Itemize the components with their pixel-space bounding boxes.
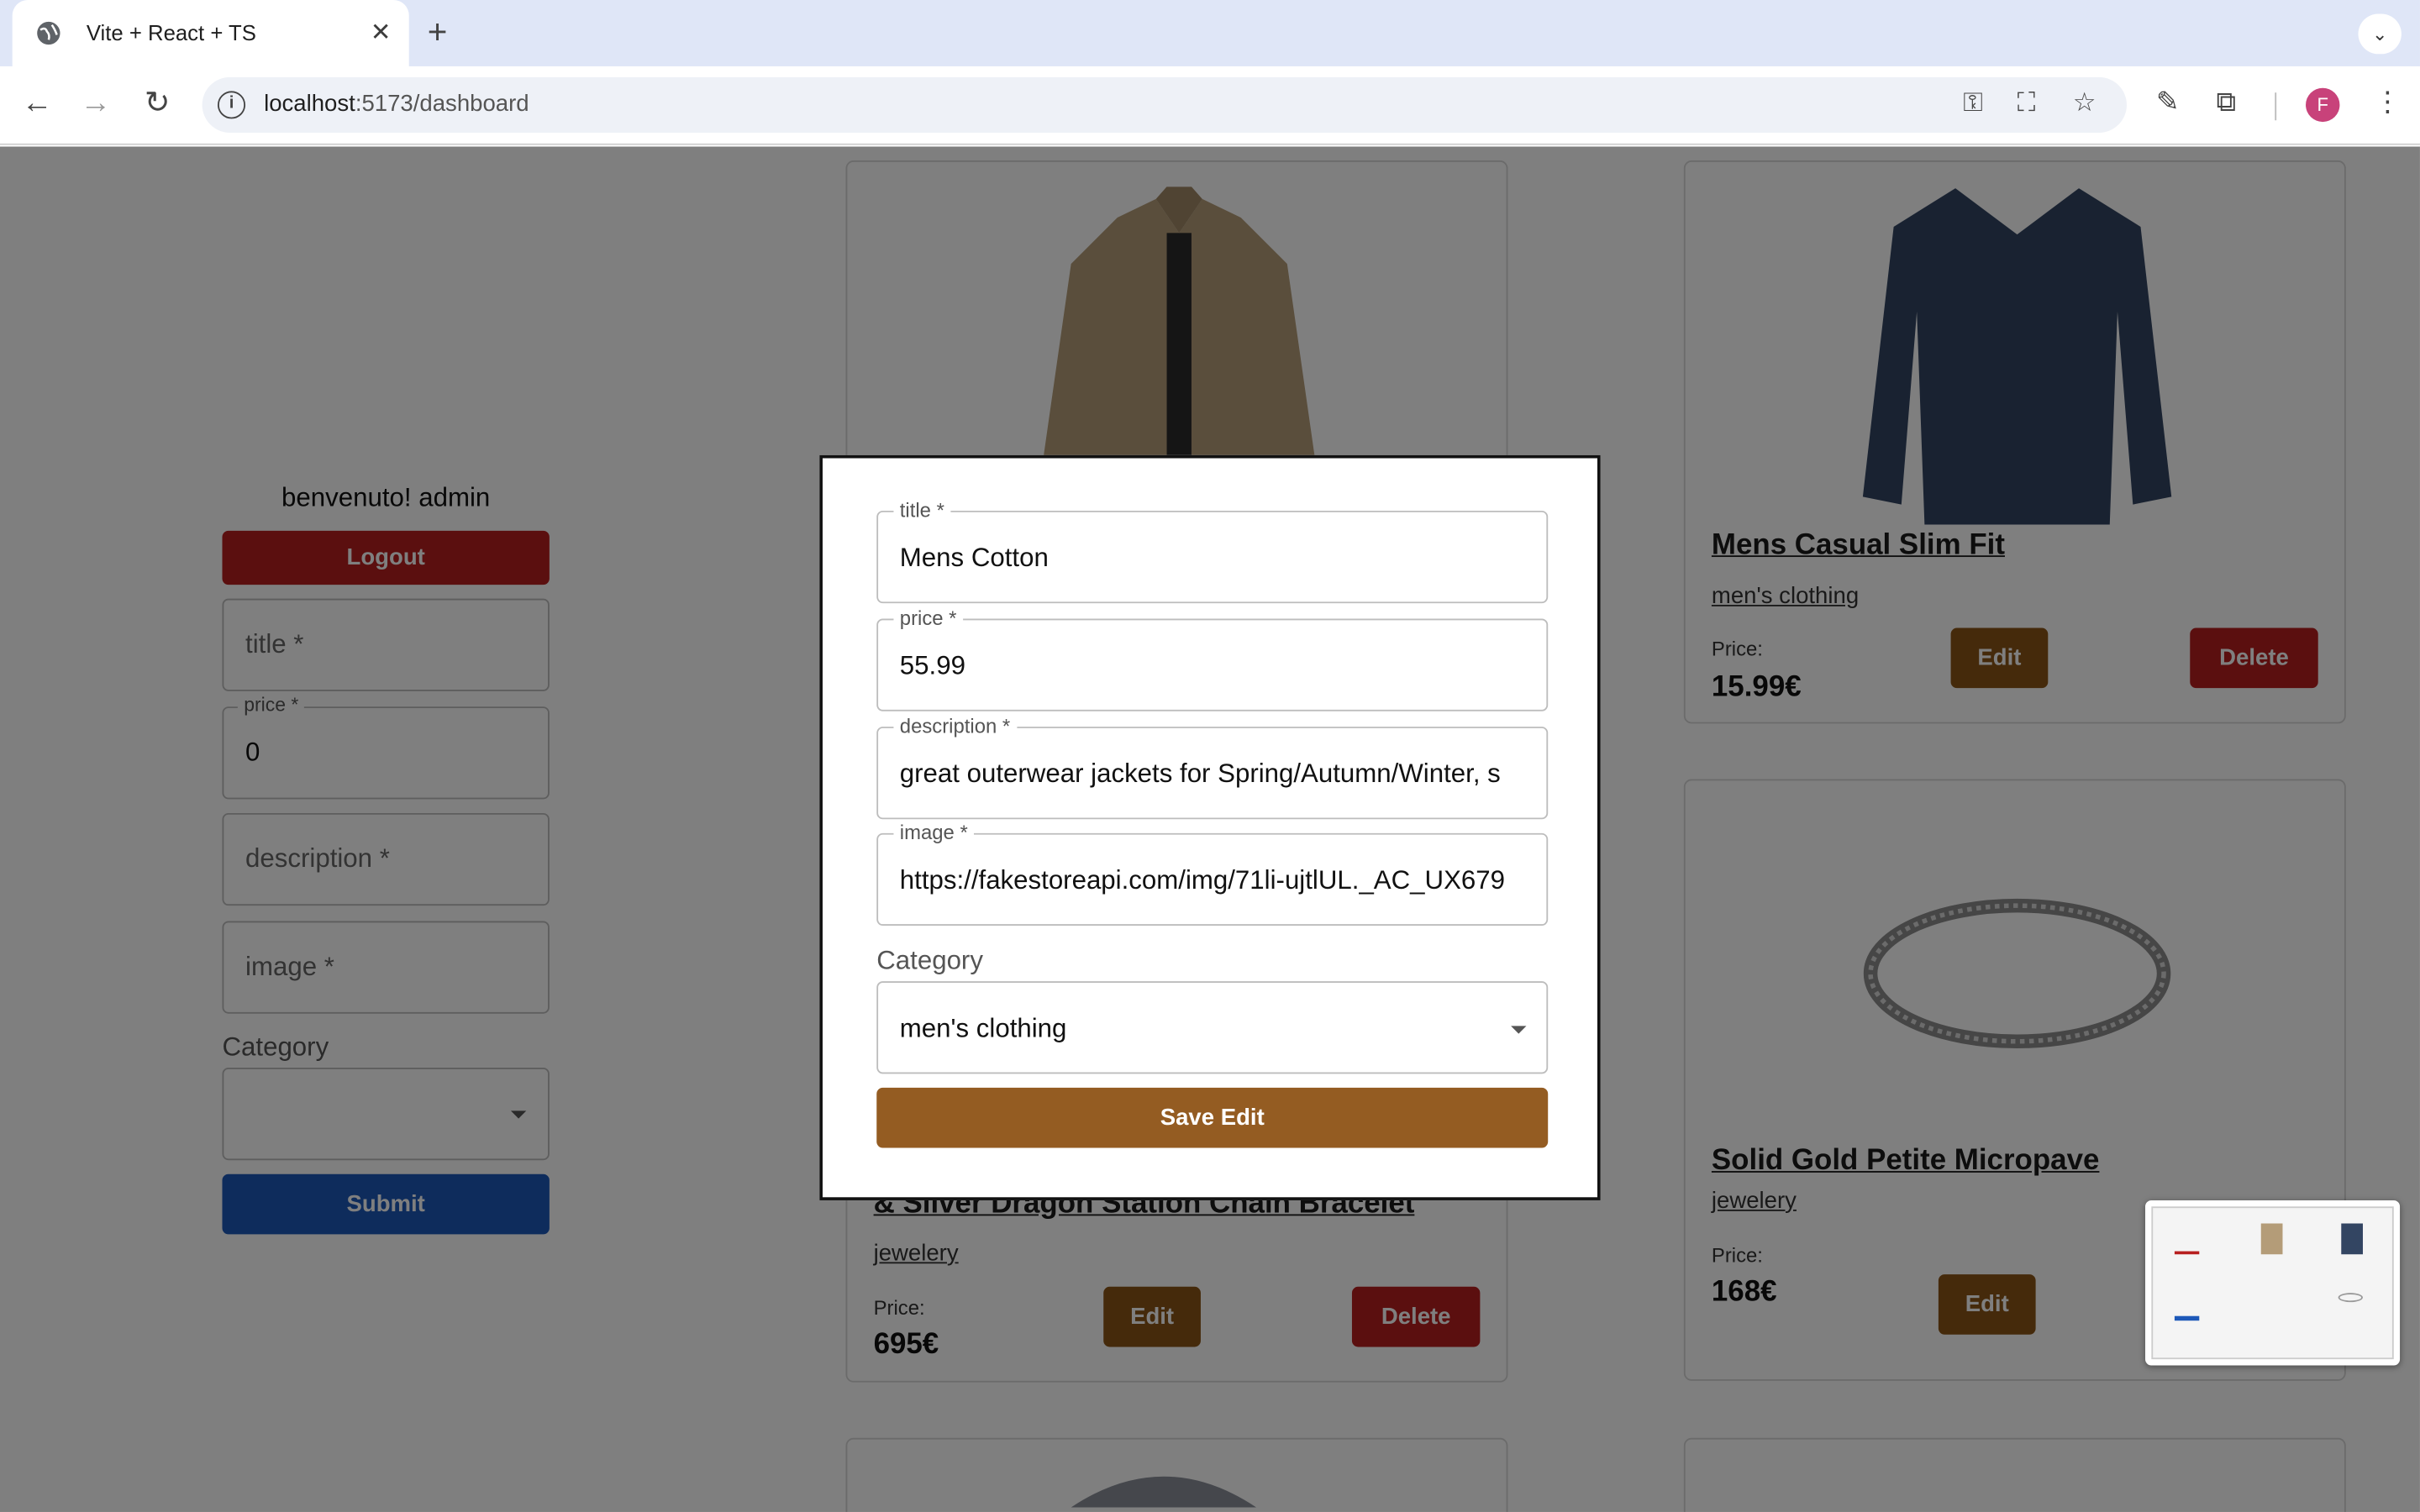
modal-price-label: price * <box>893 606 963 630</box>
thumb-shirt <box>2341 1223 2363 1255</box>
tab-preview-thumbnail[interactable] <box>2145 1200 2401 1366</box>
modal-title-value: Mens Cotton <box>899 543 1049 573</box>
password-key-icon[interactable]: ⚿ <box>1963 88 1983 119</box>
site-info-icon[interactable]: i <box>217 91 246 119</box>
toolbar-divider <box>2275 92 2277 121</box>
modal-description-label: description * <box>893 714 1017 738</box>
extensions-icon[interactable]: ⧉ <box>2217 87 2237 119</box>
modal-description-value: great outerwear jackets for Spring/Autum… <box>899 759 1501 789</box>
modal-title-label: title * <box>893 498 951 522</box>
modal-price-field[interactable]: price * 55.99 <box>876 606 1549 711</box>
browser-toolbar: ← → ↻ i localhost:5173/dashboard ⚿ ⛶ ☆ ✎… <box>0 66 2420 145</box>
tab-bar: Vite + React + TS ✕ + ⌄ <box>0 0 2420 66</box>
new-tab-icon[interactable]: + <box>428 13 448 51</box>
thumb-jacket <box>2260 1223 2283 1255</box>
tab-search-icon[interactable]: ⌄ <box>2358 13 2402 55</box>
menu-kebab-icon[interactable]: ⋮ <box>2374 87 2402 119</box>
dashboard-page: benvenuto! admin Logout title * price * … <box>0 146 2420 1512</box>
modal-image-label: image * <box>893 821 975 844</box>
active-tab[interactable]: Vite + React + TS ✕ <box>12 0 409 66</box>
back-icon[interactable]: ← <box>17 85 57 122</box>
tab-title: Vite + React + TS <box>86 19 256 45</box>
eyedropper-icon[interactable]: ✎ <box>2156 87 2180 119</box>
bookmark-star-icon[interactable]: ☆ <box>2073 88 2096 119</box>
edit-product-modal: title * Mens Cotton price * 55.99 descri… <box>819 454 1601 1200</box>
reload-icon[interactable]: ↻ <box>137 85 177 122</box>
thumb-logout <box>2174 1251 2200 1255</box>
save-edit-button[interactable]: Save Edit <box>876 1087 1549 1148</box>
thumbnail-screen <box>2151 1206 2394 1360</box>
modal-title-field[interactable]: title * Mens Cotton <box>876 498 1549 604</box>
browser-window: Vite + React + TS ✕ + ⌄ ← → ↻ i localhos… <box>0 0 2420 1512</box>
url-text[interactable]: localhost:5173/dashboard <box>264 91 529 117</box>
modal-category-select[interactable]: men's clothing <box>876 981 1549 1074</box>
modal-image-field[interactable]: image * https://fakestoreapi.com/img/71l… <box>876 821 1549 927</box>
profile-avatar[interactable]: F <box>2306 87 2340 123</box>
translate-icon[interactable]: ⛶ <box>2018 88 2036 119</box>
address-bar[interactable]: i localhost:5173/dashboard ⚿ ⛶ ☆ <box>202 76 2127 133</box>
globe-icon <box>37 21 60 45</box>
thumb-submit <box>2174 1315 2200 1321</box>
forward-icon[interactable]: → <box>76 85 116 122</box>
thumb-ring <box>2338 1293 2363 1303</box>
modal-category-value: men's clothing <box>899 1013 1067 1043</box>
modal-description-field[interactable]: description * great outerwear jackets fo… <box>876 714 1549 820</box>
close-tab-icon[interactable]: ✕ <box>371 17 392 48</box>
chevron-down-icon <box>1511 1026 1527 1034</box>
modal-image-value: https://fakestoreapi.com/img/71li-ujtlUL… <box>899 865 1506 895</box>
modal-category-label: Category <box>876 945 983 975</box>
modal-price-value: 55.99 <box>899 651 965 680</box>
